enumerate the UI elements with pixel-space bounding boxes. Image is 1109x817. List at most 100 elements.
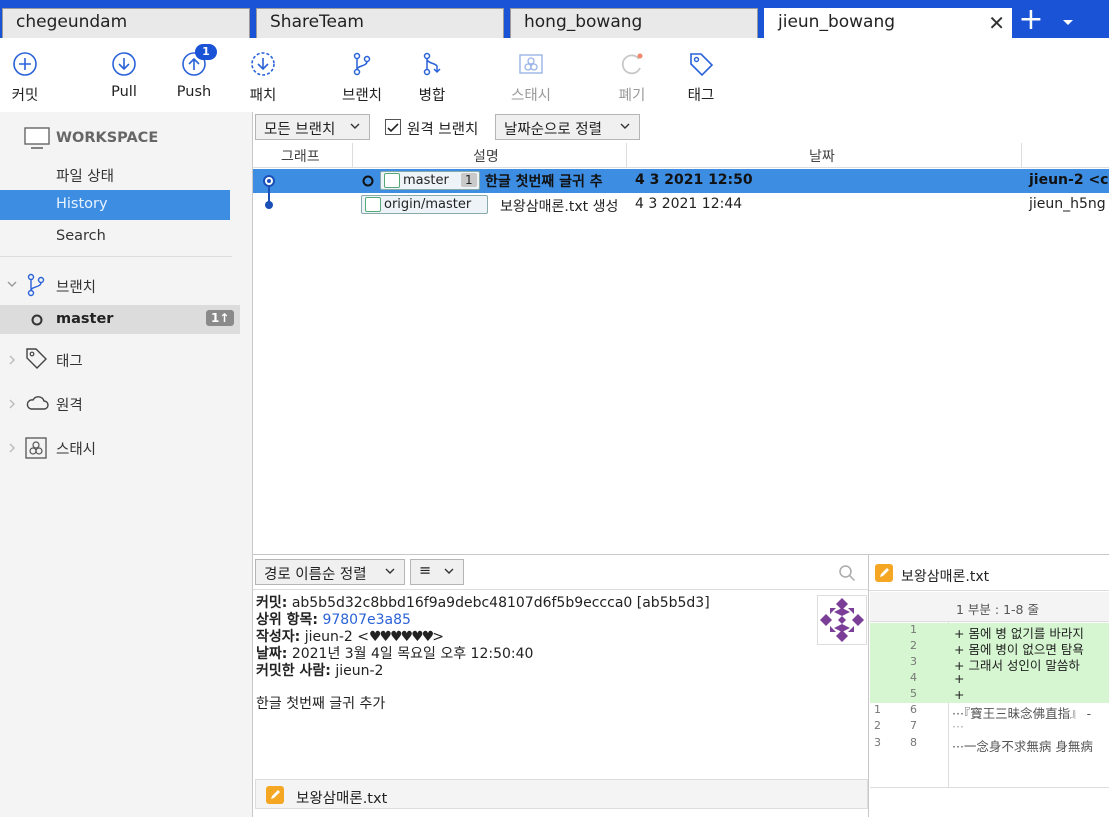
tab-label: chegeundam — [16, 12, 128, 32]
ahead-count: 1 — [460, 173, 477, 187]
committer-line: 커밋한 사람: jieun-2 — [256, 663, 816, 680]
close-icon[interactable]: ✕ — [988, 11, 1005, 35]
sidebar-item-history[interactable]: History — [0, 190, 230, 220]
tab-chegeundam[interactable]: chegeundam — [2, 8, 250, 38]
column-header-description[interactable]: 설명 — [473, 146, 499, 166]
parent-label: 상위 항목: — [256, 612, 318, 628]
diff-line-text: + 몸에 병 없기를 바라지 — [954, 626, 1084, 639]
committer-label: 커밋한 사람: — [256, 663, 331, 679]
new-line-number: 1 — [910, 623, 917, 636]
stash-icon — [519, 54, 543, 74]
branch-label: 브랜치 — [341, 88, 383, 104]
push-button[interactable]: 1 Push — [159, 38, 229, 112]
tag-button[interactable]: 태그 — [666, 38, 736, 112]
new-line-number: 7 — [910, 719, 917, 732]
branch-filter-value: 모든 브랜치 — [264, 122, 336, 138]
sidebar-item-file-status[interactable]: 파일 상태 — [56, 165, 114, 186]
old-line-number: 1 — [874, 703, 881, 716]
commit-row[interactable]: origin/master 보왕삼매론.txt 생성 4 3 2021 12:4… — [253, 193, 1109, 217]
pull-label: Pull — [111, 84, 137, 100]
author-line: 작성자: jieun-2 <♥♥♥♥♥♥> — [256, 629, 816, 646]
pull-button[interactable]: Pull — [89, 38, 159, 112]
modified-file-icon — [875, 564, 893, 582]
chevron-right-icon[interactable] — [6, 354, 18, 369]
branch-filter-dropdown[interactable]: 모든 브랜치 — [255, 114, 370, 140]
commit-row[interactable]: master 1 한글 첫번째 글귀 추 4 3 2021 12:50 jieu… — [253, 169, 1109, 208]
arrow-down-circle-icon — [112, 52, 136, 76]
toolbar: 커밋 Pull 1 Push 패치 브랜치 병합 스태시 폐기 태그 — [0, 38, 1109, 112]
chevron-down-icon[interactable] — [6, 278, 18, 293]
sidebar-section-remotes[interactable]: 원격 — [56, 394, 83, 415]
column-header-graph[interactable]: 그래프 — [281, 146, 320, 166]
commit-hash-line: 커밋: ab5b5d32c8bbd16f9a9debc48107d6f5b9ec… — [256, 595, 816, 612]
ahead-count-badge: 1↑ — [206, 310, 235, 326]
sidebar-section-tags[interactable]: 태그 — [56, 350, 83, 371]
history-grid-header: 그래프 설명 날짜 — [253, 143, 1109, 168]
parent-hash-link[interactable]: 97807e3a85 — [322, 612, 410, 628]
changed-file-item[interactable]: 보왕삼매론.txt — [255, 779, 868, 809]
new-line-number: 3 — [910, 655, 917, 668]
chevron-down-icon — [350, 123, 360, 129]
tab-label: hong_bowang — [524, 12, 643, 32]
tab-jieun-bowang[interactable]: jieun_bowang ✕ — [764, 8, 1012, 38]
old-line-number: 3 — [874, 736, 881, 749]
add-tab-icon[interactable]: + — [1016, 5, 1046, 36]
branch-icon — [353, 52, 371, 76]
discard-button[interactable]: 폐기 — [597, 38, 667, 112]
merge-icon — [423, 52, 441, 76]
sidebar-section-stashes[interactable]: 스태시 — [56, 438, 96, 459]
tab-shareteam[interactable]: ShareTeam — [256, 8, 504, 38]
sidebar-item-master[interactable]: master 1↑ — [0, 305, 240, 334]
stash-icon — [24, 436, 48, 464]
sort-order-value: 날짜순으로 정렬 — [504, 122, 602, 138]
diff-line-text: ··· — [952, 719, 964, 734]
tab-bar: chegeundam ShareTeam hong_bowang jieun_b… — [0, 0, 1109, 38]
view-mode-dropdown[interactable]: ≡ — [410, 559, 464, 585]
monitor-icon — [24, 126, 50, 150]
chevron-down-icon[interactable] — [1054, 8, 1082, 36]
push-label: Push — [176, 84, 212, 100]
column-header-date[interactable]: 날짜 — [809, 146, 835, 166]
head-indicator-icon — [361, 174, 375, 192]
file-sort-dropdown[interactable]: 경로 이름순 정렬 — [255, 559, 405, 585]
branch-icon — [365, 197, 381, 212]
branch-label-master: master 1 — [380, 171, 480, 190]
author-value: jieun-2 < — [304, 629, 369, 645]
hunk-header: 1 부분 : 1-8 줄 — [870, 592, 1109, 622]
merge-label: 병합 — [418, 88, 446, 104]
changed-file-name: 보왕삼매론.txt — [296, 791, 388, 807]
stash-button[interactable]: 스태시 — [496, 38, 566, 112]
diff-line-text: + 몸에 병이 없으면 탐욕 — [954, 642, 1084, 655]
diff-line: 1 6 ···『寶王三昧念佛直指』 - — [870, 703, 1109, 719]
column-divider[interactable] — [1021, 143, 1022, 168]
sidebar-item-search[interactable]: Search — [56, 228, 106, 244]
new-line-number: 8 — [910, 736, 917, 749]
chevron-right-icon[interactable] — [6, 398, 18, 413]
chevron-right-icon[interactable] — [6, 442, 18, 457]
commit-button[interactable]: 커밋 — [0, 38, 60, 112]
branch-name: origin/master — [384, 197, 472, 212]
search-icon[interactable] — [838, 564, 856, 586]
splitter[interactable] — [252, 112, 253, 817]
diff-line: 2 7 ··· — [870, 719, 1109, 735]
splitter[interactable] — [868, 555, 869, 817]
fetch-button[interactable]: 패치 — [228, 38, 298, 112]
column-divider[interactable] — [352, 143, 353, 168]
merge-button[interactable]: 병합 — [397, 38, 467, 112]
date-value: 2021년 3월 4일 목요일 오후 12:50:40 — [291, 646, 534, 662]
divider — [0, 256, 232, 257]
remote-branches-checkbox[interactable] — [385, 119, 401, 135]
branch-button[interactable]: 브랜치 — [327, 38, 397, 112]
sort-order-dropdown[interactable]: 날짜순으로 정렬 — [495, 114, 640, 140]
tab-hong-bowang[interactable]: hong_bowang — [510, 8, 758, 38]
sidebar-section-branches[interactable]: 브랜치 — [56, 276, 96, 297]
plus-circle-icon — [13, 52, 37, 76]
column-divider[interactable] — [626, 143, 627, 168]
remote-branches-label: 원격 브랜치 — [407, 122, 479, 138]
commit-label: 커밋 — [11, 88, 39, 104]
date-line: 날짜: 2021년 3월 4일 목요일 오후 12:50:40 — [256, 646, 816, 663]
divider — [870, 787, 1109, 788]
chevron-down-icon — [385, 568, 395, 574]
discard-icon — [621, 53, 643, 75]
commit-info: 커밋: ab5b5d32c8bbd16f9a9debc48107d6f5b9ec… — [256, 595, 816, 713]
